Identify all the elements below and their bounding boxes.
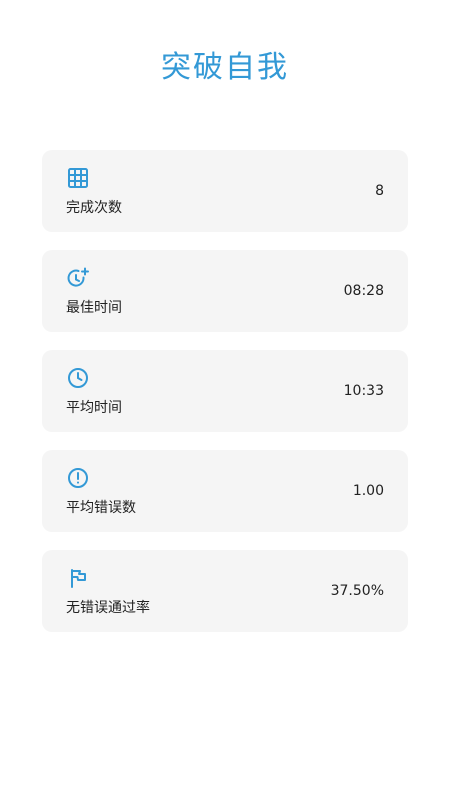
stat-card-best-time: 最佳时间 08:28: [42, 250, 408, 332]
stat-label: 平均时间: [66, 400, 122, 416]
stat-card-average-time: 平均时间 10:33: [42, 350, 408, 432]
stat-label: 完成次数: [66, 200, 122, 216]
timer-plus-icon: [66, 266, 90, 290]
stat-card-error-free-rate: 无错误通过率 37.50%: [42, 550, 408, 632]
grid-icon: [66, 166, 90, 190]
stat-card-completions: 完成次数 8: [42, 150, 408, 232]
stat-value: 10:33: [343, 383, 384, 399]
clock-icon: [66, 366, 90, 390]
stat-card-average-errors: 平均错误数 1.00: [42, 450, 408, 532]
stat-label: 最佳时间: [66, 300, 122, 316]
stat-value: 8: [375, 183, 384, 199]
stat-value: 08:28: [343, 283, 384, 299]
flag-icon: [66, 566, 90, 590]
stat-value: 1.00: [352, 483, 384, 499]
stat-label: 无错误通过率: [66, 600, 150, 616]
stat-label: 平均错误数: [66, 500, 136, 516]
page-title: 突破自我: [161, 50, 289, 85]
alert-circle-icon: [66, 466, 90, 490]
stats-list: 完成次数 8 最佳时间 08:28 平均时间 10:33 平均错误数 1.00 …: [42, 150, 408, 650]
stat-value: 37.50%: [330, 583, 384, 599]
